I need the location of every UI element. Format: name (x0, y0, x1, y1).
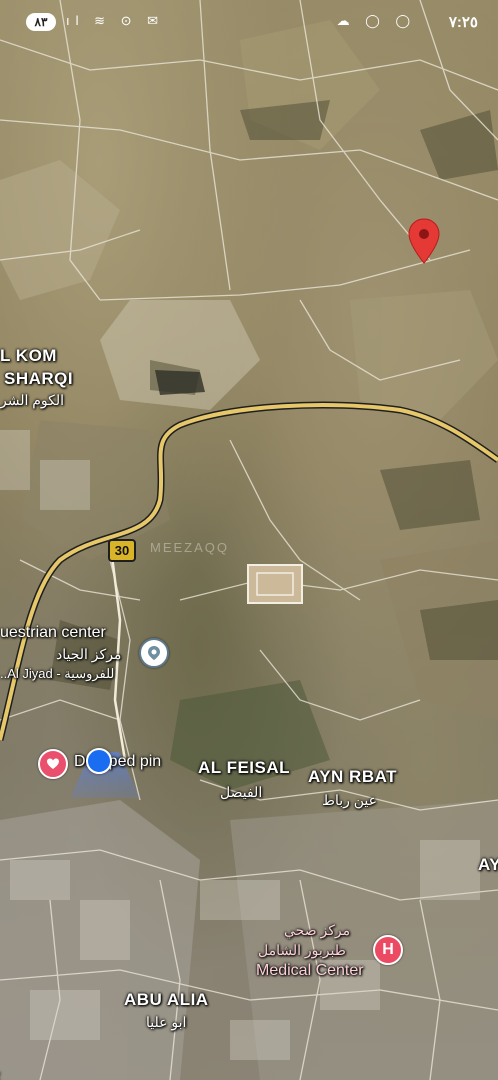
watermark-text: MEEZAQQ (150, 540, 230, 555)
signal-wifi-location-icons: ıl ≋ ⊙ ✉ (66, 13, 165, 28)
status-bar: ٨٣ ıl ≋ ⊙ ✉ ☁ ◯ ◯ ٧:٢٥ (0, 0, 498, 44)
place-label-al-feisal[interactable]: AL FEISAL (198, 758, 290, 778)
place-label-ayn-rbat-arabic[interactable]: عين رباط (322, 792, 377, 809)
place-label-edge[interactable]: AY (478, 855, 498, 875)
place-label-abu-alia-arabic[interactable]: ابو عليا (146, 1014, 186, 1031)
place-label-ayn-rbat[interactable]: AYN RBAT (308, 767, 397, 787)
poi-label-medical-arabic-2[interactable]: طبربور الشامل (258, 942, 346, 959)
place-label-al-kom[interactable]: L KOM (0, 346, 57, 366)
saved-place-heart-icon[interactable] (38, 749, 68, 779)
poi-label-equestrian[interactable]: uestrian center (0, 624, 106, 642)
highway-30-shield: 30 (108, 539, 136, 562)
poi-label-medical-center[interactable]: Medical Center (256, 962, 364, 980)
place-label-sharqi[interactable]: SHARQI (4, 369, 73, 389)
poi-label-equestrian-arabic[interactable]: مركز الجياد (56, 646, 121, 663)
map-features (0, 0, 498, 1080)
poi-label-medical-arabic-1[interactable]: مركز صحي (284, 922, 350, 939)
place-label-abu-alia[interactable]: ABU ALIA (124, 990, 209, 1010)
place-label-al-feisal-arabic[interactable]: الفيصل (220, 784, 262, 801)
hospital-icon[interactable]: H (373, 935, 403, 965)
status-time: ٧:٢٥ (448, 14, 478, 31)
satellite-map[interactable]: ٨٣ ıl ≋ ⊙ ✉ ☁ ◯ ◯ ٧:٢٥ L KOM SHARQI الكو… (0, 0, 498, 1080)
current-location-dot[interactable] (86, 748, 112, 774)
notification-icons: ☁ ◯ ◯ (336, 13, 416, 28)
poi-label-equestrian-subtitle[interactable]: ..Al Jiyad - للفروسية (0, 666, 114, 682)
equestrian-poi-icon[interactable] (139, 638, 169, 668)
location-pin-icon[interactable] (406, 217, 442, 265)
battery-indicator: ٨٣ (26, 13, 56, 31)
place-label-al-kom-arabic[interactable]: الكوم الشر (0, 392, 64, 409)
